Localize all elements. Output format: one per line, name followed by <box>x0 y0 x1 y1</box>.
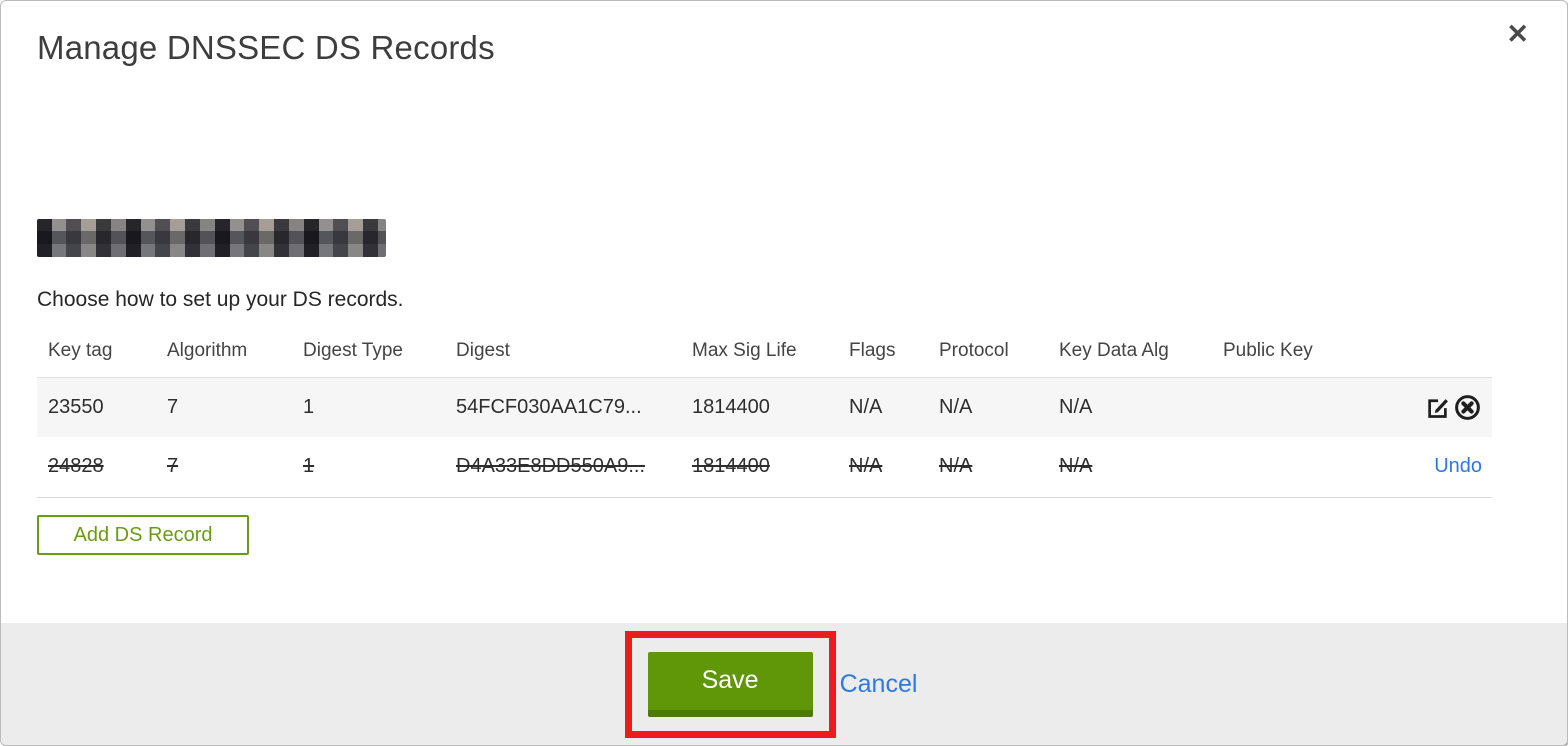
edit-record-icon[interactable] <box>1424 394 1451 421</box>
dnssec-dialog: Manage DNSSEC DS Records ✕ Choose how to… <box>0 0 1568 746</box>
col-header-public-key: Public Key <box>1212 326 1401 378</box>
ds-records-table: Key tag Algorithm Digest Type Digest Max… <box>37 326 1492 498</box>
delete-record-icon[interactable] <box>1453 393 1482 422</box>
col-header-actions <box>1401 326 1492 378</box>
col-header-digest: Digest <box>445 326 681 378</box>
cell-max-sig-life: 1814400 <box>692 455 770 478</box>
cell-digest-type: 1 <box>303 455 315 478</box>
col-header-key-data-alg: Key Data Alg <box>1048 326 1212 378</box>
footer-actions: Save Cancel <box>624 630 918 738</box>
cell-key-data-alg: N/A <box>1059 455 1093 478</box>
table-row-ds-record-1: 24828 7 1 D4A33E8DD550A9... 1814400 N/A … <box>37 437 1492 497</box>
cell-protocol: N/A <box>939 455 973 478</box>
table-row-ds-record-0: 23550 7 1 54FCF030AA1C79... 1814400 N/A … <box>37 377 1492 437</box>
row-actions <box>1401 377 1492 437</box>
cell-flags: N/A <box>849 395 883 418</box>
table-header-row: Key tag Algorithm Digest Type Digest Max… <box>37 326 1492 378</box>
cell-max-sig-life: 1814400 <box>692 395 770 418</box>
cell-public-key <box>1212 437 1401 497</box>
cell-flags: N/A <box>849 455 883 478</box>
save-button[interactable]: Save <box>647 651 813 717</box>
col-header-digest-type: Digest Type <box>292 326 445 378</box>
cell-protocol: N/A <box>939 395 973 418</box>
annotation-highlight-rect: Save <box>624 630 836 738</box>
undo-link[interactable]: Undo <box>1434 455 1482 477</box>
cell-public-key <box>1212 377 1401 437</box>
cell-digest-type: 1 <box>303 395 315 418</box>
col-header-algorithm: Algorithm <box>156 326 292 378</box>
col-header-key-tag: Key tag <box>37 326 156 378</box>
close-icon[interactable]: ✕ <box>1506 21 1529 48</box>
col-header-flags: Flags <box>838 326 928 378</box>
col-header-protocol: Protocol <box>928 326 1048 378</box>
cancel-link[interactable]: Cancel <box>840 670 918 699</box>
instruction-text: Choose how to set up your DS records. <box>37 288 404 311</box>
row-actions: Undo <box>1401 437 1492 497</box>
cell-digest: 54FCF030AA1C79... <box>456 395 642 418</box>
redacted-domain-name <box>37 219 386 257</box>
col-header-max-sig-life: Max Sig Life <box>681 326 838 378</box>
page-title: Manage DNSSEC DS Records <box>37 29 495 66</box>
cell-algorithm: 7 <box>167 455 179 478</box>
cell-key-data-alg: N/A <box>1059 395 1093 418</box>
cell-key-tag: 24828 <box>48 455 104 478</box>
dialog-footer: Save Cancel <box>1 623 1567 745</box>
add-ds-record-button[interactable]: Add DS Record <box>37 515 249 555</box>
cell-digest: D4A33E8DD550A9... <box>456 455 646 478</box>
cell-key-tag: 23550 <box>48 395 104 418</box>
cell-algorithm: 7 <box>167 395 179 418</box>
